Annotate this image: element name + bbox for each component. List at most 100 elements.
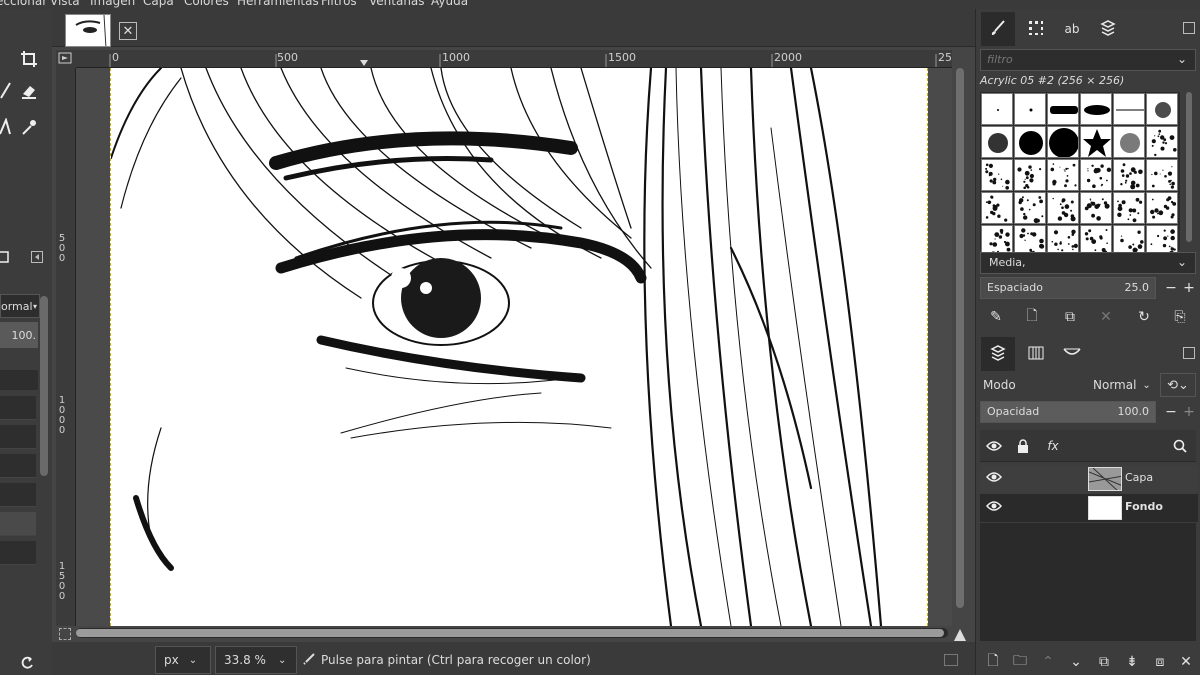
eye-icon[interactable] xyxy=(982,434,1006,458)
brush-preset[interactable] xyxy=(1014,126,1046,158)
brush-preset[interactable] xyxy=(1080,126,1112,158)
device-status-icon[interactable] xyxy=(0,246,14,268)
reset-icon[interactable] xyxy=(16,652,38,674)
tool-option-row[interactable] xyxy=(0,512,36,536)
brush-filter-field[interactable]: ⌄ xyxy=(980,49,1196,71)
new-layer-icon[interactable]: 🗋 xyxy=(981,650,1005,674)
new-layer-group-icon[interactable]: 🗀 xyxy=(1008,650,1032,674)
new-brush-icon[interactable]: 🗋 xyxy=(1020,305,1044,329)
menu-colors[interactable]: Colores xyxy=(184,0,229,8)
brush-preset[interactable] xyxy=(981,93,1013,125)
tab-channels[interactable] xyxy=(1019,337,1053,371)
delete-brush-icon[interactable]: ✕ xyxy=(1094,305,1118,329)
tab-layers[interactable] xyxy=(981,337,1015,371)
menu-view[interactable]: Vista xyxy=(50,0,80,8)
tab-patterns[interactable] xyxy=(1019,12,1053,46)
vertical-ruler[interactable]: 5 0 0 1 0 0 0 1 5 0 0 xyxy=(56,68,76,626)
edit-brush-icon[interactable]: ✎ xyxy=(984,305,1008,329)
brush-preset[interactable] xyxy=(1014,93,1046,125)
panel-menu-icon[interactable] xyxy=(1183,22,1195,34)
tool-option-row[interactable] xyxy=(0,396,36,420)
brush-preset[interactable] xyxy=(1080,93,1112,125)
brush-preset[interactable] xyxy=(981,126,1013,158)
brush-preset[interactable] xyxy=(1146,192,1178,224)
horizontal-scrollbar[interactable] xyxy=(76,629,944,637)
tool-mode-select[interactable]: ormal ▾ xyxy=(0,294,40,318)
tab-fonts[interactable]: ab xyxy=(1055,12,1089,46)
brush-preset[interactable] xyxy=(1014,159,1046,191)
merge-layer-icon[interactable]: ⇟ xyxy=(1120,650,1144,674)
horizontal-ruler[interactable]: 0 500 1000 1500 2000 250 xyxy=(76,50,952,68)
increase-icon[interactable]: + xyxy=(1177,400,1200,424)
close-tab-icon[interactable]: ✕ xyxy=(119,22,137,40)
crop-tool-icon[interactable] xyxy=(18,48,40,70)
composite-mode-button[interactable]: ⟲⌄ xyxy=(1160,373,1196,397)
duplicate-layer-icon[interactable]: ⧉ xyxy=(1092,650,1116,674)
layer-mask-icon[interactable]: ⧈ xyxy=(1148,650,1172,674)
brush-filter-input[interactable] xyxy=(981,50,1161,69)
brush-preset[interactable] xyxy=(1080,159,1112,191)
eye-icon[interactable] xyxy=(986,500,1002,515)
increase-icon[interactable]: + xyxy=(1177,276,1200,300)
quick-mask-icon[interactable] xyxy=(59,628,71,640)
open-as-image-icon[interactable]: ⎘ xyxy=(1168,305,1192,329)
menu-tools[interactable]: Herramientas xyxy=(237,0,319,8)
color-picker-icon[interactable] xyxy=(18,116,40,138)
airbrush-tool-icon[interactable] xyxy=(0,116,16,138)
tool-option-row[interactable] xyxy=(0,370,38,390)
brush-preset[interactable] xyxy=(981,192,1013,224)
brush-preset[interactable] xyxy=(1113,126,1145,158)
raise-layer-icon[interactable]: ⌃ xyxy=(1036,650,1060,674)
menu-help[interactable]: Ayuda xyxy=(431,0,468,8)
tool-option-row[interactable] xyxy=(0,483,36,507)
fx-icon[interactable]: fx xyxy=(1041,434,1065,458)
tool-opacity-slider[interactable]: 100. xyxy=(0,322,38,348)
layer-row[interactable]: Fondo xyxy=(980,494,1198,522)
window-icon[interactable] xyxy=(944,654,958,666)
panel-menu-icon[interactable] xyxy=(26,246,48,268)
image-tab-thumbnail[interactable] xyxy=(65,14,111,47)
brush-preset[interactable] xyxy=(1047,159,1079,191)
unit-select[interactable]: px ⌄ xyxy=(155,646,211,674)
eye-icon[interactable] xyxy=(986,471,1002,486)
brush-preset[interactable] xyxy=(1146,159,1178,191)
brush-preset[interactable] xyxy=(1113,159,1145,191)
menu-select[interactable]: eccionar xyxy=(0,0,47,8)
brush-preset[interactable] xyxy=(1014,192,1046,224)
layer-opacity-slider[interactable]: Opacidad 100.0 xyxy=(980,401,1156,423)
tab-history[interactable] xyxy=(1091,12,1125,46)
brush-preset[interactable] xyxy=(1146,126,1178,158)
paintbrush-tool-icon[interactable] xyxy=(0,80,16,102)
spacing-slider[interactable]: Espaciado 25.0 xyxy=(980,277,1156,299)
eraser-tool-icon[interactable] xyxy=(18,80,40,102)
menu-filters[interactable]: Filtros xyxy=(321,0,357,8)
brush-category-select[interactable]: Media, ⌄ xyxy=(980,252,1196,274)
duplicate-brush-icon[interactable]: ⧉ xyxy=(1058,305,1082,329)
toolbox-scrollbar[interactable] xyxy=(40,296,48,476)
tab-brushes[interactable] xyxy=(981,12,1015,46)
search-icon[interactable] xyxy=(1168,434,1192,458)
brush-preset[interactable] xyxy=(1146,93,1178,125)
delete-layer-icon[interactable]: ✕ xyxy=(1174,650,1198,674)
menu-windows[interactable]: Ventanas xyxy=(369,0,425,8)
refresh-icon[interactable]: ↻ xyxy=(1132,305,1156,329)
layer-mode-select[interactable]: Normal ⌄ xyxy=(1093,373,1157,397)
menu-image[interactable]: Imagen xyxy=(90,0,135,8)
menu-layer[interactable]: Capa xyxy=(143,0,174,8)
lock-icon[interactable] xyxy=(1011,434,1035,458)
brush-grid-scrollbar[interactable] xyxy=(1186,92,1192,242)
zoom-select[interactable]: 33.8 % ⌄ xyxy=(215,646,297,674)
brush-preset[interactable] xyxy=(1113,192,1145,224)
brush-preset[interactable] xyxy=(981,159,1013,191)
lower-layer-icon[interactable]: ⌄ xyxy=(1064,650,1088,674)
layer-row[interactable]: Capa xyxy=(980,465,1198,493)
brush-preset[interactable] xyxy=(1047,126,1079,158)
brush-preset[interactable] xyxy=(1080,192,1112,224)
ruler-corner[interactable] xyxy=(56,50,76,68)
tool-option-row[interactable] xyxy=(0,425,36,449)
vertical-scrollbar[interactable] xyxy=(956,68,964,608)
tab-paths[interactable] xyxy=(1055,337,1089,371)
tool-option-row[interactable] xyxy=(0,541,36,565)
brush-preset[interactable] xyxy=(1047,192,1079,224)
panel-menu-icon[interactable] xyxy=(1183,347,1195,359)
